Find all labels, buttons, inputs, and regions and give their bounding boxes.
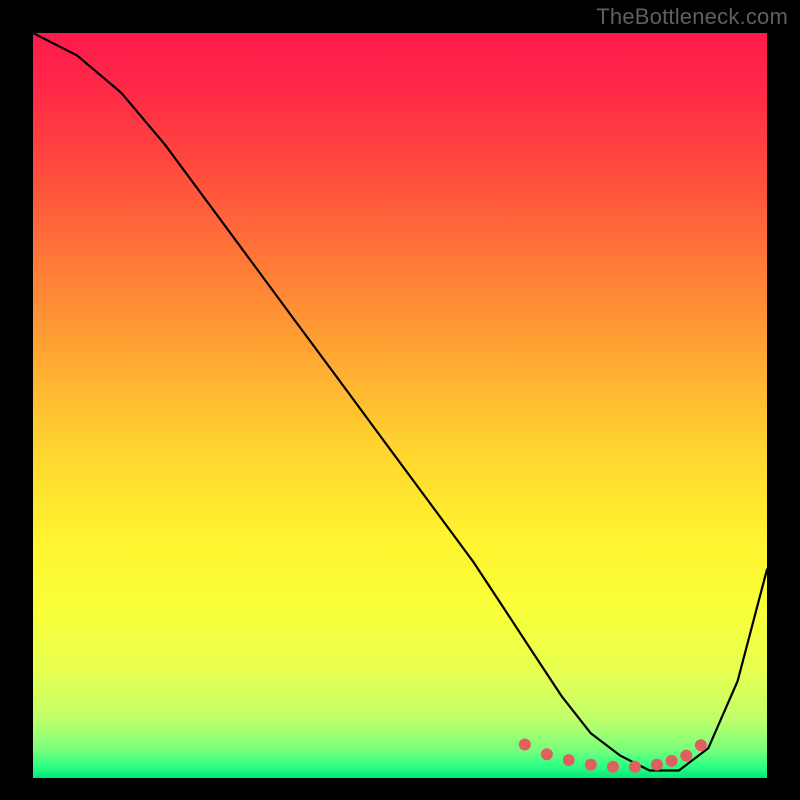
marker-dot	[629, 761, 641, 773]
marker-dot	[541, 748, 553, 760]
marker-dot	[680, 750, 692, 762]
marker-dot	[607, 761, 619, 773]
gradient-background	[33, 33, 767, 778]
watermark-text: TheBottleneck.com	[596, 4, 788, 30]
marker-dot	[695, 739, 707, 751]
marker-dot	[519, 739, 531, 751]
marker-dot	[585, 759, 597, 771]
marker-dot	[651, 759, 663, 771]
chart-frame: TheBottleneck.com	[0, 0, 800, 800]
marker-dot	[666, 755, 678, 767]
plot-svg	[33, 33, 767, 778]
plot-area	[33, 33, 767, 778]
marker-dot	[563, 754, 575, 766]
